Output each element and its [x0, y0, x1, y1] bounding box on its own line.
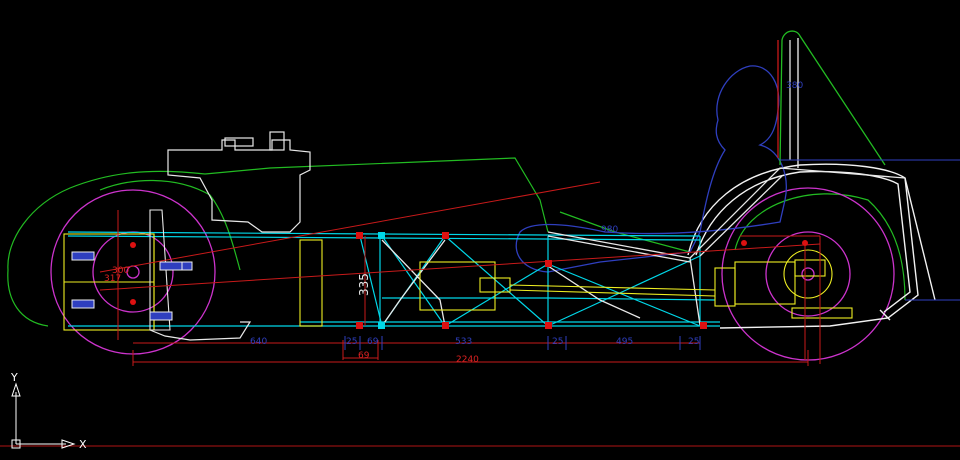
dim-front-b: 317 — [104, 274, 121, 284]
ucs-icon — [11, 382, 76, 449]
dim-seg-1: 640 — [250, 337, 267, 347]
front-wheel — [50, 189, 216, 355]
cad-drawing-canvas[interactable]: 640 25 69 533 25 495 25 2240 69 335 980 … — [0, 0, 960, 460]
dim-roll-bar: 380 — [786, 81, 803, 91]
ucs-y-label: Y — [10, 371, 18, 384]
rear-wheel — [721, 187, 895, 361]
dim-bay-width: 69 — [358, 351, 370, 361]
dim-seg-3: 69 — [367, 337, 379, 347]
roll-bar — [777, 30, 886, 168]
shock-absorbers — [71, 251, 193, 321]
ucs-x-label: X — [79, 438, 87, 451]
frame-diagonals — [381, 167, 906, 327]
dim-seg-2: 25 — [346, 337, 357, 347]
dim-overall: 2240 — [456, 355, 479, 365]
chassis-nodes — [130, 232, 808, 329]
body-shell — [7, 157, 906, 327]
dim-vertical: 335 — [357, 273, 371, 296]
rear-wing — [687, 163, 936, 329]
dim-top-tube: 980 — [601, 225, 618, 235]
dim-seg-5: 25 — [552, 337, 563, 347]
dim-seg-4: 533 — [455, 337, 472, 347]
dim-seg-7: 25 — [688, 337, 699, 347]
dim-seg-6: 495 — [616, 337, 633, 347]
